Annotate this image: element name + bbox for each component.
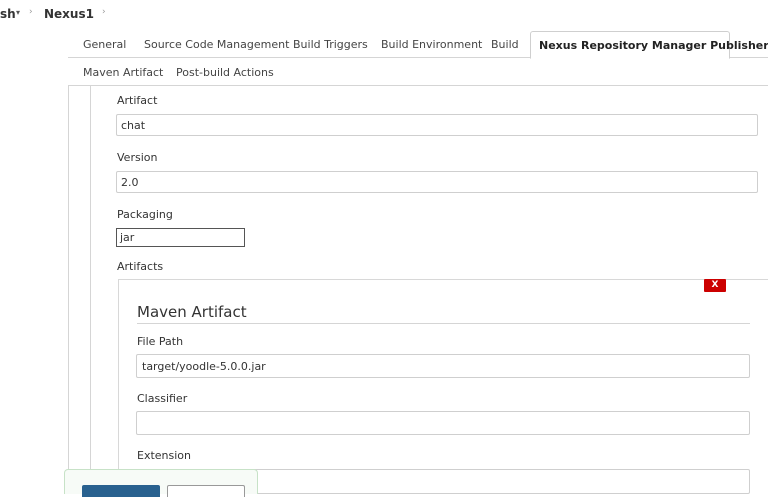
version-label: Version xyxy=(117,151,158,164)
subsection-border xyxy=(90,86,91,494)
file-path-label: File Path xyxy=(137,335,184,348)
section-border xyxy=(68,86,69,494)
packaging-label: Packaging xyxy=(117,208,173,221)
artifacts-label: Artifacts xyxy=(117,260,164,273)
tab-build-environment[interactable]: Build Environment xyxy=(381,38,482,51)
classifier-input[interactable] xyxy=(136,411,750,435)
tab-post-build-actions[interactable]: Post-build Actions xyxy=(176,66,274,79)
tab-general[interactable]: General xyxy=(83,38,126,51)
chevron-right-icon[interactable]: › xyxy=(102,7,106,17)
tab-maven-artifact[interactable]: Maven Artifact xyxy=(83,66,163,79)
tab-build-triggers[interactable]: Build Triggers xyxy=(293,38,368,51)
maven-artifact-title: Maven Artifact xyxy=(137,303,247,321)
artifact-label: Artifact xyxy=(117,94,158,107)
version-input[interactable]: 2.0 xyxy=(116,171,758,193)
breadcrumb-item-nexus1[interactable]: Nexus1 xyxy=(44,7,94,21)
extension-label: Extension xyxy=(137,449,192,462)
tab-source-code-management[interactable]: Source Code Management xyxy=(144,38,289,51)
classifier-label: Classifier xyxy=(137,392,188,405)
config-tabs-row2: Maven Artifact Post-build Actions xyxy=(68,58,768,86)
chevron-right-icon: › xyxy=(29,7,33,17)
tab-build[interactable]: Build xyxy=(491,38,519,51)
tab-nexus-repository-manager-publisher[interactable]: Nexus Repository Manager Publisher xyxy=(530,31,768,59)
breadcrumb-item-sh[interactable]: sh xyxy=(0,7,16,21)
apply-button[interactable] xyxy=(167,485,245,497)
artifact-input[interactable]: chat xyxy=(116,114,758,136)
config-tabs: General Source Code Management Build Tri… xyxy=(68,30,768,59)
save-button[interactable] xyxy=(82,485,160,497)
file-path-input[interactable]: target/yoodle-5.0.0.jar xyxy=(136,354,750,378)
delete-artifact-button[interactable]: X xyxy=(704,279,726,292)
breadcrumb: sh ▾ › Nexus1 › xyxy=(0,0,768,30)
divider xyxy=(137,323,750,324)
packaging-input[interactable]: jar xyxy=(116,228,245,247)
chevron-down-icon[interactable]: ▾ xyxy=(16,8,20,17)
